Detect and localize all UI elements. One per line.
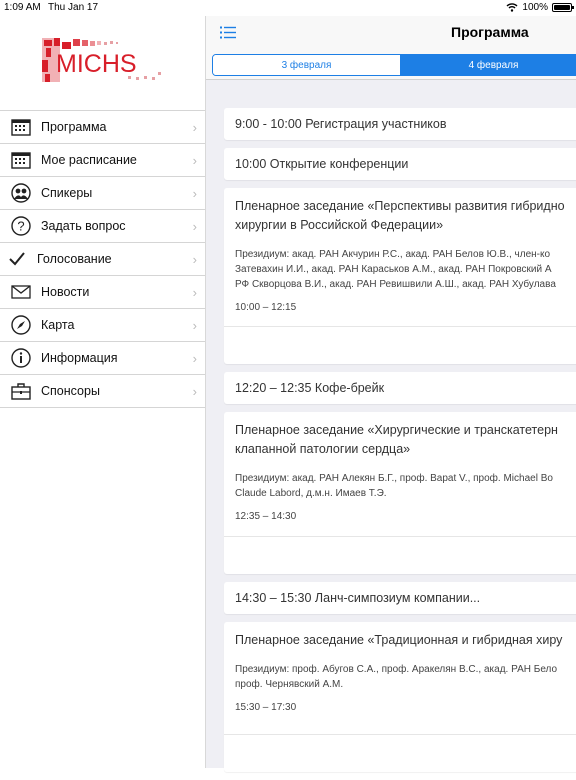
event-time: 12:35 – 14:30	[235, 511, 297, 522]
page-title: Программа	[451, 24, 529, 40]
sidebar-item-info[interactable]: Информация ›	[0, 342, 205, 375]
chevron-right-icon: ›	[192, 285, 197, 300]
event-title: Пленарное заседание «Традиционная и гибр…	[224, 622, 576, 650]
sidebar-item-label: Новости	[41, 285, 90, 299]
list-menu-icon[interactable]	[220, 26, 236, 39]
logo-text: MICHS	[56, 50, 137, 78]
sidebar-item-speakers[interactable]: Спикеры ›	[0, 177, 205, 210]
briefcase-icon	[10, 380, 32, 402]
event-title: Пленарное заседание «Перспективы развити…	[224, 188, 576, 235]
event-title-line: Пленарное заседание «Хирургические и тра…	[235, 423, 558, 437]
event-time: 15:30 – 17:30	[235, 702, 297, 713]
list-item[interactable]: Пленарное заседание «Перспективы развити…	[224, 188, 576, 364]
tab-day-1[interactable]: 3 февраля	[213, 55, 400, 75]
presidium-line: Президиум: проф. Абугов С.А., проф. Арак…	[235, 664, 558, 675]
sidebar-item-my-schedule[interactable]: Мое расписание ›	[0, 144, 205, 177]
michs-logo: MICHS	[42, 38, 161, 82]
event-presidium: Президиум: акад. РАН Акчурин Р.С., акад.…	[224, 235, 576, 292]
sidebar-item-label: Спикеры	[41, 186, 93, 200]
list-item[interactable]: Пленарное заседание «Традиционная и гибр…	[224, 622, 576, 772]
chevron-right-icon: ›	[192, 252, 197, 267]
sidebar-item-label: Карта	[41, 318, 75, 332]
status-time: 1:09 AM	[4, 2, 41, 13]
list-item[interactable]: Пленарное заседание «Хирургические и тра…	[224, 412, 576, 574]
calendar-icon	[10, 116, 32, 138]
status-bar: 1:09 AM Thu Jan 17 100%	[0, 0, 576, 16]
sidebar: MICHS Программа › Мое расписание › Спике…	[0, 16, 206, 768]
event-footer	[224, 536, 576, 574]
event-time: 10:00 – 12:15	[235, 302, 297, 313]
event-title: Пленарное заседание «Хирургические и тра…	[224, 412, 576, 459]
presidium-line: проф. Чернявский А.М.	[235, 679, 344, 690]
status-date: Thu Jan 17	[48, 2, 99, 13]
calendar-icon	[10, 149, 32, 171]
chevron-right-icon: ›	[192, 219, 197, 234]
nav-bar: Программа 3 февраля 4 февраля	[206, 16, 576, 80]
chevron-right-icon: ›	[192, 153, 197, 168]
question-icon: ?	[10, 215, 32, 237]
sidebar-item-map[interactable]: Карта ›	[0, 309, 205, 342]
list-item[interactable]: 9:00 - 10:00 Регистрация участников	[224, 108, 576, 140]
battery-percent: 100%	[522, 2, 548, 13]
sidebar-item-label: Задать вопрос	[41, 219, 126, 233]
day-selector: 3 февраля 4 февраля	[212, 54, 576, 76]
event-title: 10:00 Открытие конференции	[235, 157, 409, 171]
event-title-line: Пленарное заседание «Традиционная и гибр…	[235, 633, 563, 647]
sidebar-item-label: Мое расписание	[41, 153, 137, 167]
presidium-line: РФ Скворцова В.И., акад. РАН Ревишвили А…	[235, 279, 556, 290]
chevron-right-icon: ›	[192, 318, 197, 333]
sidebar-item-label: Спонсоры	[41, 384, 100, 398]
wifi-icon	[506, 3, 518, 12]
presidium-line: Президиум: акад. РАН Алекян Б.Г., проф. …	[235, 473, 553, 484]
event-title: 14:30 – 15:30 Ланч-симпозиум компании...	[235, 591, 481, 605]
chevron-right-icon: ›	[192, 186, 197, 201]
event-title-line: клапанной патологии сердца»	[235, 442, 411, 456]
event-footer	[224, 326, 576, 364]
sidebar-menu: Программа › Мое расписание › Спикеры › ?…	[0, 110, 205, 408]
event-title: 12:20 – 12:35 Кофе-брейк	[235, 381, 385, 395]
checkmark-icon	[6, 248, 28, 270]
event-title-line: Пленарное заседание «Перспективы развити…	[235, 199, 565, 213]
sidebar-item-label: Информация	[41, 351, 118, 365]
speakers-icon	[10, 182, 32, 204]
event-title-line: хирургии в Российской Федерации»	[235, 218, 444, 232]
schedule-list: 9:00 - 10:00 Регистрация участников 10:0…	[224, 108, 576, 780]
event-presidium: Президиум: проф. Абугов С.А., проф. Арак…	[224, 650, 576, 692]
list-item[interactable]: 12:20 – 12:35 Кофе-брейк	[224, 372, 576, 404]
info-icon	[10, 347, 32, 369]
compass-icon	[10, 314, 32, 336]
list-item[interactable]: 10:00 Открытие конференции	[224, 148, 576, 180]
sidebar-item-program[interactable]: Программа ›	[0, 111, 205, 144]
sidebar-item-news[interactable]: Новости ›	[0, 276, 205, 309]
chevron-right-icon: ›	[192, 120, 197, 135]
list-item[interactable]: 14:30 – 15:30 Ланч-симпозиум компании...	[224, 582, 576, 614]
sidebar-item-label: Программа	[41, 120, 107, 134]
event-title: 9:00 - 10:00 Регистрация участников	[235, 117, 447, 131]
presidium-line: Затевахин И.И., акад. РАН Караськов А.М.…	[235, 264, 552, 275]
envelope-icon	[10, 281, 32, 303]
battery-fill	[554, 5, 570, 10]
sidebar-item-label: Голосование	[37, 252, 112, 266]
event-presidium: Президиум: акад. РАН Алекян Б.Г., проф. …	[224, 459, 576, 501]
main-panel: Программа 3 февраля 4 февраля 9:00 - 10:…	[206, 16, 576, 772]
tab-day-2[interactable]: 4 февраля	[400, 55, 576, 75]
sidebar-item-sponsors[interactable]: Спонсоры ›	[0, 375, 205, 408]
svg-text:?: ?	[17, 219, 24, 234]
chevron-right-icon: ›	[192, 351, 197, 366]
presidium-line: Президиум: акад. РАН Акчурин Р.С., акад.…	[235, 249, 551, 260]
chevron-right-icon: ›	[192, 384, 197, 399]
presidium-line: Claude Labord, д.м.н. Имаев Т.Э.	[235, 488, 387, 499]
sidebar-item-voting[interactable]: Голосование ›	[0, 243, 205, 276]
event-footer	[224, 734, 576, 772]
battery-icon	[552, 3, 574, 12]
status-right: 100%	[506, 2, 574, 13]
sidebar-item-ask-question[interactable]: ? Задать вопрос ›	[0, 210, 205, 243]
